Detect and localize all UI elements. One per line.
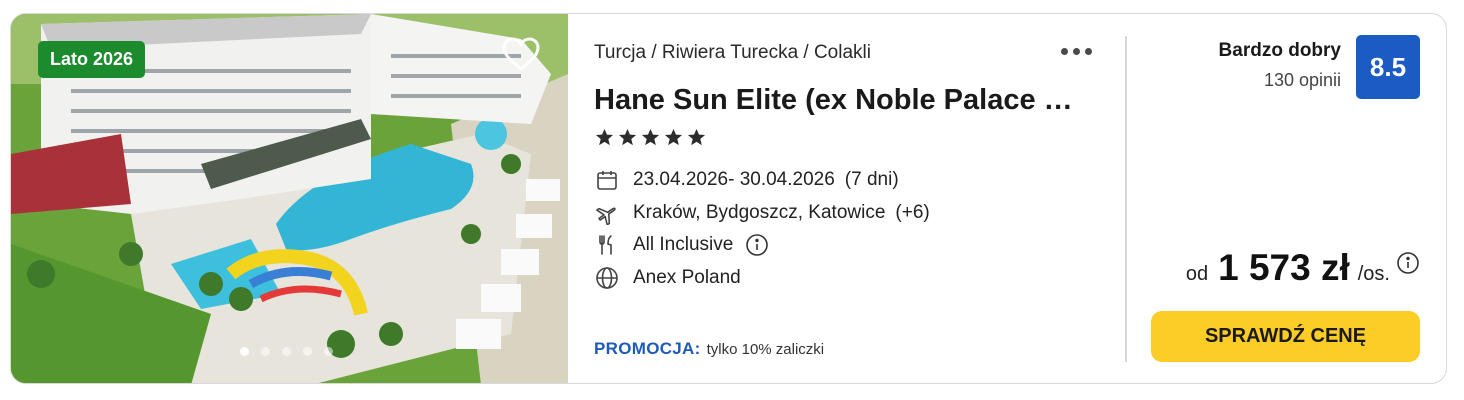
promo-text: tylko 10% zaliczki [706,341,825,358]
info-circle-icon[interactable] [1396,251,1420,275]
promo-label: PROMOCJA: [594,339,701,358]
star-icon [664,128,683,146]
breadcrumb: Turcja / Riwiera Turecka / Colakli [594,42,871,63]
hotel-name[interactable]: Hane Sun Elite (ex Noble Palace … [594,84,1073,117]
plane-icon [596,207,616,225]
star-icon [641,128,660,146]
price-suffix: /os. [1357,263,1390,285]
carousel-dot[interactable] [303,347,312,356]
carousel-dots [240,347,333,356]
carousel-dot[interactable] [240,347,249,356]
price-amount: 1 573 zł [1218,247,1350,288]
star-icon [618,128,637,146]
fact-dates: 23.04.2026- 30.04.2026 (7 dni) [595,164,930,197]
price-prefix: od [1185,263,1209,285]
hotel-photo[interactable]: Lato 2026 [11,14,568,383]
star-icon [687,128,706,146]
score-badge: 8.5 [1356,35,1420,99]
season-badge: Lato 2026 [38,41,146,78]
dates-text: 23.04.2026- 30.04.2026 [633,169,835,191]
divider [1125,36,1127,362]
offer-facts: 23.04.2026- 30.04.2026 (7 dni) Kraków, B… [595,164,930,294]
fact-board: All Inclusive [595,229,930,262]
fact-departures: Kraków, Bydgoszcz, Katowice (+6) [595,197,930,230]
price-row: od 1 573 zł /os. [1186,247,1420,289]
operator-text: Anex Poland [633,266,741,288]
board-text: All Inclusive [633,234,734,256]
calendar-icon [597,171,617,191]
fact-operator: Anex Poland [595,262,930,295]
carousel-dot[interactable] [282,347,291,356]
star-rating [595,128,706,147]
duration-text: (7 dni) [844,169,899,191]
heart-icon[interactable] [501,36,541,72]
info-circle-icon[interactable] [745,233,769,257]
carousel-dot[interactable] [261,347,270,356]
check-price-button[interactable]: SPRAWDŹ CENĘ [1151,311,1420,362]
departures-text: Kraków, Bydgoszcz, Katowice [633,201,886,223]
globe-icon [596,266,618,289]
carousel-dot[interactable] [324,347,333,356]
offer-card[interactable]: Lato 2026 Turcja / Riwiera Turecka / Col… [10,13,1447,384]
more-dots-icon[interactable] [1061,48,1092,55]
promo: PROMOCJA: tylko 10% zaliczki [594,339,824,359]
cutlery-icon [599,235,612,256]
reviews-count[interactable]: 130 opinii [1264,70,1341,91]
star-icon [595,128,614,146]
departures-more[interactable]: (+6) [895,202,929,224]
rating-label: Bardzo dobry [1218,40,1341,61]
